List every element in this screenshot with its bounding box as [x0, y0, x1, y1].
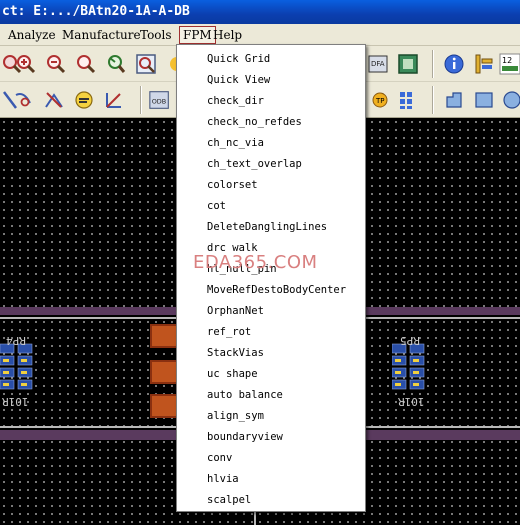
menu-item-orphan-net[interactable]: OrphanNet	[207, 301, 264, 321]
menu-analyze[interactable]: Analyze	[5, 26, 59, 44]
svg-text:TP: TP	[375, 97, 385, 105]
menu-item-quick-view[interactable]: Quick View	[207, 70, 270, 90]
menu-item-ch-text-overlap[interactable]: ch_text_overlap	[207, 154, 302, 174]
left-refdes-label: RP4	[6, 334, 26, 347]
zoom-fit-icon[interactable]	[74, 52, 98, 76]
menubar: Analyze Manufacture Tools FPM Help	[0, 24, 520, 46]
menu-tools[interactable]: Tools	[137, 26, 175, 44]
zoom-prev-icon[interactable]	[104, 52, 128, 76]
menu-item-quick-grid[interactable]: Quick Grid	[207, 49, 270, 69]
menu-item-move-ref-des-to-body-center[interactable]: MoveRefDestoBodyCenter	[207, 280, 346, 300]
zoom-out-icon[interactable]	[44, 52, 68, 76]
right-refdes-label: RP5	[400, 334, 420, 347]
menu-item-ref-rot[interactable]: ref_rot	[207, 322, 251, 342]
menu-item-auto-balance[interactable]: auto balance	[207, 385, 283, 405]
board-icon[interactable]	[396, 52, 420, 76]
svg-text:DFA: DFA	[371, 60, 385, 68]
menu-item-hlvia[interactable]: hlvia	[207, 469, 239, 489]
watermark: EDA365.COM	[193, 252, 318, 273]
arc-icon[interactable]	[12, 88, 36, 112]
info-icon[interactable]	[442, 52, 466, 76]
menu-help[interactable]: Help	[210, 26, 245, 44]
testpoint-icon[interactable]: TP	[368, 88, 392, 112]
menu-item-scalpel[interactable]: scalpel	[207, 490, 251, 510]
menu-item-uc-shape[interactable]: uc shape	[207, 364, 258, 384]
pad-orange[interactable]	[150, 360, 178, 384]
menu-manufacture[interactable]: Manufacture	[59, 26, 144, 44]
zoom-world-icon[interactable]	[134, 52, 158, 76]
menu-item-check-no-refdes[interactable]: check_no_refdes	[207, 112, 302, 132]
right-value-label: 101R	[398, 395, 425, 408]
odb-icon[interactable]: ODB	[148, 88, 172, 112]
rect-icon[interactable]	[472, 88, 496, 112]
highlight-icon[interactable]	[72, 88, 96, 112]
toolbar-separator	[432, 50, 434, 78]
menu-item-cot[interactable]: cot	[207, 196, 226, 216]
menu-gutter	[177, 45, 200, 511]
menu-item-delete-dangling-lines[interactable]: DeleteDanglingLines	[207, 217, 327, 237]
shape-icon[interactable]	[442, 88, 466, 112]
window-title: ct: E:.../BAtn20-1A-A-DB	[0, 0, 520, 24]
fpm-dropdown-menu: Quick Grid Quick View check_dir check_no…	[176, 44, 366, 512]
toolbar-separator	[140, 86, 142, 114]
menu-item-colorset[interactable]: colorset	[207, 175, 258, 195]
array-icon[interactable]	[396, 88, 420, 112]
zoom-in-icon[interactable]	[14, 52, 38, 76]
measure-icon[interactable]	[472, 52, 496, 76]
dfa-icon[interactable]: DFA	[366, 52, 390, 76]
menu-item-ch-nc-via[interactable]: ch_nc_via	[207, 133, 264, 153]
pad-orange[interactable]	[150, 394, 178, 418]
svg-text:ODB: ODB	[152, 98, 166, 106]
cross-icon[interactable]	[42, 88, 66, 112]
circle-icon[interactable]	[500, 88, 520, 112]
grid-counter-icon[interactable]: 12	[498, 52, 520, 76]
menu-item-align-sym[interactable]: align_sym	[207, 406, 264, 426]
menu-item-conv[interactable]: conv	[207, 448, 232, 468]
menu-item-boundaryview[interactable]: boundaryview	[207, 427, 283, 447]
angle-icon[interactable]	[102, 88, 126, 112]
menu-item-check-dir[interactable]: check_dir	[207, 91, 264, 111]
pad-orange[interactable]	[150, 324, 178, 348]
toolbar-separator	[432, 86, 434, 114]
counter-label: 12	[502, 56, 512, 65]
left-value-label: 101R	[2, 395, 29, 408]
menu-item-stack-vias[interactable]: StackVias	[207, 343, 264, 363]
